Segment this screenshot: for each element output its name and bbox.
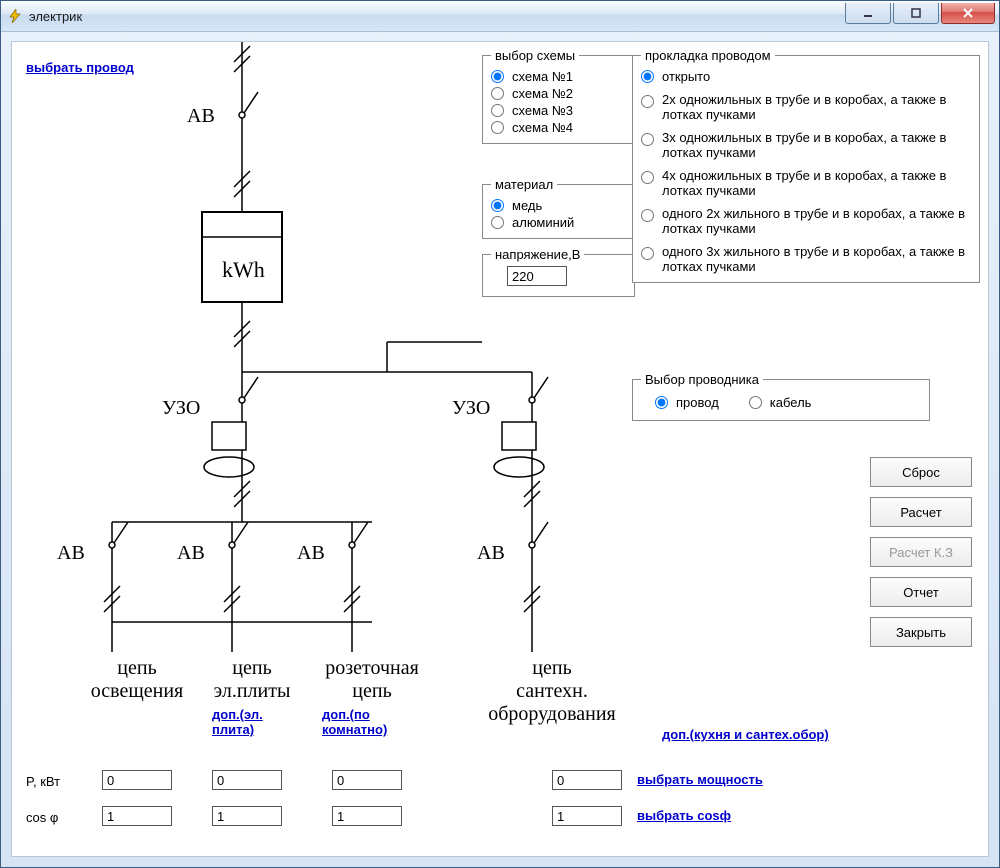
actions-stack: Сброс Расчет Расчет К.З Отчет Закрыть [870, 457, 972, 647]
power-label: P, кВт [26, 774, 60, 789]
reset-button[interactable]: Сброс [870, 457, 972, 487]
power-input-4[interactable] [552, 770, 622, 790]
label-circuit-stove: цепь эл.плиты [202, 657, 302, 703]
conductor-group: Выбор проводника провод кабель [632, 372, 930, 421]
label-av-3: АВ [297, 542, 325, 565]
wiring-group: прокладка проводом открыто 2х одножильны… [632, 48, 980, 283]
wiring-option-6[interactable]: одного 3х жильного в трубе и в коробах, … [641, 244, 971, 274]
lightning-icon [7, 8, 23, 24]
dop-komnatno-link[interactable]: доп.(по комнатно) [322, 707, 412, 737]
report-button[interactable]: Отчет [870, 577, 972, 607]
minimize-button[interactable] [845, 3, 891, 24]
cosf-input-3[interactable] [332, 806, 402, 826]
wiring-option-5[interactable]: одного 2х жильного в трубе и в коробах, … [641, 206, 971, 236]
close-button[interactable]: Закрыть [870, 617, 972, 647]
cosf-input-4[interactable] [552, 806, 622, 826]
cosf-input-2[interactable] [212, 806, 282, 826]
wiring-option-4[interactable]: 4х одножильных в трубе и в коробах, а та… [641, 168, 971, 198]
label-av-main: АВ [187, 105, 215, 128]
wiring-option-3[interactable]: 3х одножильных в трубе и в коробах, а та… [641, 130, 971, 160]
label-av-4: АВ [477, 542, 505, 565]
conductor-legend: Выбор проводника [641, 372, 763, 387]
cosf-input-1[interactable] [102, 806, 172, 826]
app-window: электрик выбрать провод выбор схемы схем… [0, 0, 1000, 868]
label-uzo-right: УЗО [452, 397, 490, 420]
label-circuit-plumbing: цепь сантехн. оброрудования [472, 657, 632, 726]
select-power-link[interactable]: выбрать мощность [637, 772, 763, 787]
dop-kitchen-link[interactable]: доп.(кухня и сантех.обор) [662, 727, 829, 742]
close-window-button[interactable] [941, 3, 995, 24]
dop-plita-link[interactable]: доп.(эл. плита) [212, 707, 292, 737]
power-input-1[interactable] [102, 770, 172, 790]
wiring-option-open[interactable]: открыто [641, 69, 971, 84]
wiring-legend: прокладка проводом [641, 48, 775, 63]
label-kwh: kWh [222, 257, 265, 283]
power-input-2[interactable] [212, 770, 282, 790]
conductor-wire[interactable]: провод [655, 395, 719, 410]
window-buttons [845, 3, 995, 24]
power-input-3[interactable] [332, 770, 402, 790]
select-cosf-link[interactable]: выбрать cosф [637, 808, 731, 823]
maximize-button[interactable] [893, 3, 939, 24]
calc-button[interactable]: Расчет [870, 497, 972, 527]
label-circuit-lighting: цепь освещения [87, 657, 187, 703]
label-circuit-outlet: розеточная цепь [312, 657, 432, 703]
label-uzo-left: УЗО [162, 397, 200, 420]
conductor-cable[interactable]: кабель [749, 395, 812, 410]
wiring-option-2[interactable]: 2х одножильных в трубе и в коробах, а та… [641, 92, 971, 122]
titlebar: электрик [1, 1, 999, 32]
label-av-1: АВ [57, 542, 85, 565]
app-title: электрик [29, 9, 82, 24]
cosf-label: cos φ [26, 810, 58, 825]
label-av-2: АВ [177, 542, 205, 565]
circuit-diagram [12, 42, 652, 722]
calc-kz-button[interactable]: Расчет К.З [870, 537, 972, 567]
client-area: выбрать провод выбор схемы схема №1 схем… [11, 41, 989, 857]
